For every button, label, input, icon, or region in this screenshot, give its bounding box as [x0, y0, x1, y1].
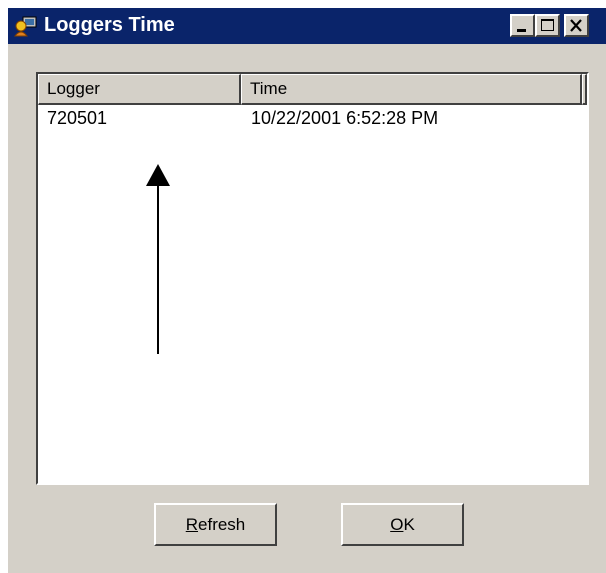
window-title: Loggers Time [44, 14, 175, 36]
refresh-accelerator: R [185, 515, 199, 534]
time-cell: 10/22/2001 6:52:28 PM [251, 108, 439, 128]
loggers-list[interactable]: Logger Time 720501 10/22/2001 6:52:28 PM [36, 72, 589, 485]
close-icon [570, 19, 582, 32]
column-header-logger[interactable]: Logger [38, 74, 241, 105]
maximize-button[interactable] [535, 14, 560, 37]
column-header-filler [582, 74, 587, 105]
maximize-icon [541, 19, 554, 31]
ok-button[interactable]: OK [341, 503, 464, 546]
logger-id-cell: 720501 [47, 108, 108, 128]
ok-label-rest: K [403, 515, 415, 534]
loggers-time-window: Loggers Time Logger Time 720501 10/22/20… [8, 8, 606, 573]
refresh-button[interactable]: Refresh [154, 503, 277, 546]
close-button[interactable] [564, 14, 589, 37]
minimize-icon [517, 29, 526, 32]
up-arrow-annotation [146, 164, 170, 354]
list-header: Logger Time [38, 74, 587, 105]
refresh-label-rest: efresh [198, 515, 246, 534]
title-bar[interactable]: Loggers Time [8, 8, 606, 44]
minimize-button[interactable] [510, 14, 535, 37]
column-header-time[interactable]: Time [241, 74, 582, 105]
ok-accelerator: O [390, 515, 404, 534]
app-icon [14, 16, 37, 37]
list-item[interactable]: 720501 10/22/2001 6:52:28 PM [38, 107, 587, 131]
